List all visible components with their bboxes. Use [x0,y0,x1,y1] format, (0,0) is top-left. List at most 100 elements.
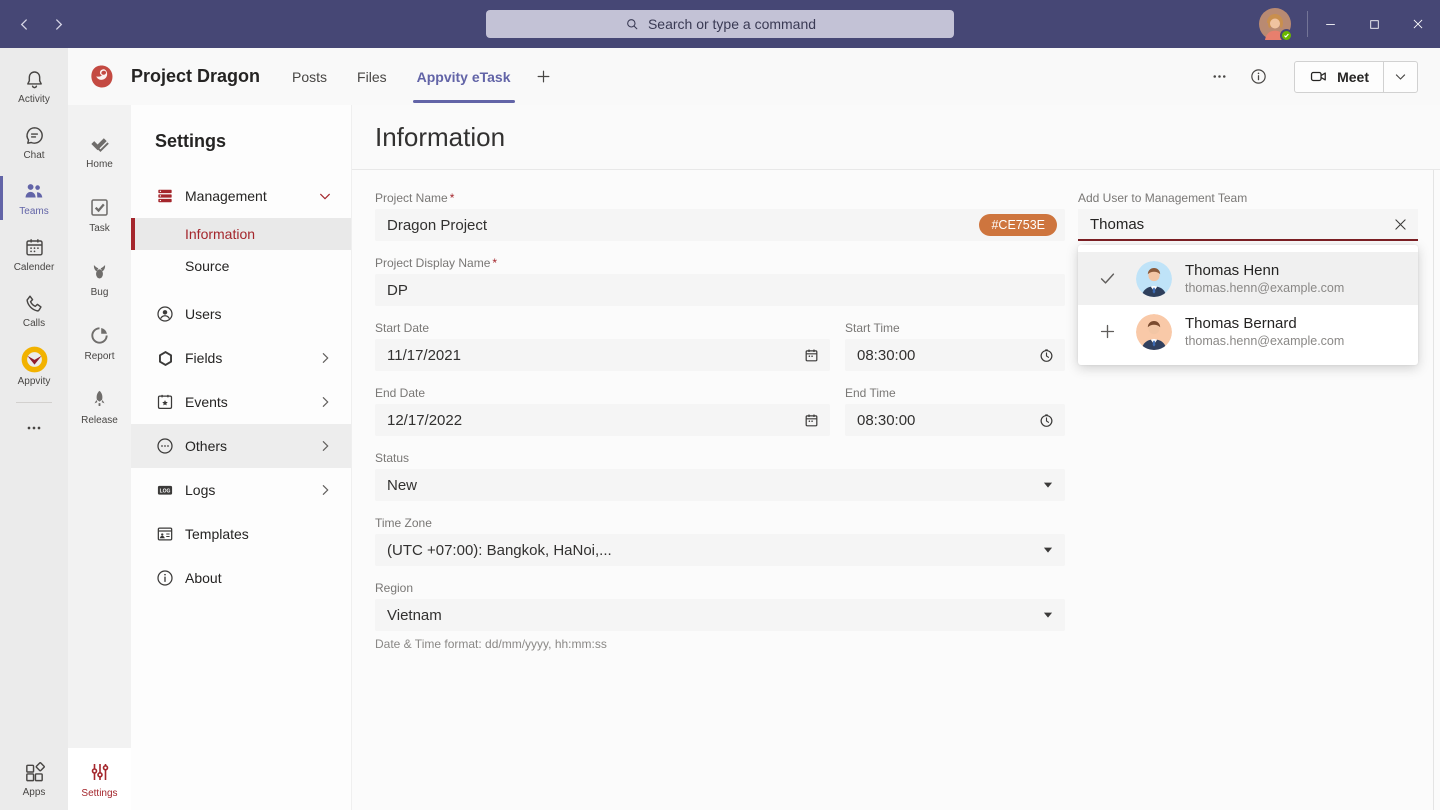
settings-nav: Settings Management Information Source U… [131,105,352,810]
camera-icon [1309,67,1328,86]
chevron-right-icon [317,438,333,454]
add-user-search-input[interactable] [1078,209,1418,239]
calendar-picker-icon[interactable] [803,412,820,429]
chevron-down-icon [317,188,333,204]
rail-item-activity[interactable]: Activity [0,58,68,114]
back-button[interactable] [12,12,36,36]
about-icon [155,568,175,588]
nav-item-users[interactable]: Users [131,292,351,336]
project-color-badge[interactable]: #CE753E [979,214,1057,236]
nav-item-others[interactable]: Others [131,424,351,468]
logs-icon [155,480,175,500]
settings-nav-title: Settings [131,105,351,174]
etask-sidebar: Home Task Bug Report Release [68,105,131,810]
sidebar-item-bug[interactable]: Bug [68,247,131,311]
clock-picker-icon[interactable] [1038,347,1055,364]
timezone-select[interactable]: (UTC +07:00): Bangkok, HaNoi,... [375,534,1065,566]
task-icon [88,196,111,219]
title-bar: Search or type a command [0,0,1440,48]
field-region: Region Vietnam Date & Time format: dd/mm… [375,581,1065,651]
rail-label: Appvity [18,376,51,387]
page-title: Information [375,122,505,153]
nav-item-information[interactable]: Information [131,218,351,250]
teams-icon [22,179,46,203]
calendar-picker-icon[interactable] [803,347,820,364]
forward-button[interactable] [46,12,70,36]
information-page: Information Project Name* Dragon Project… [352,105,1440,810]
ellipsis-icon [24,418,44,438]
field-end-time: End Time 08:30:00 [845,386,1065,436]
nav-item-fields[interactable]: Fields [131,336,351,380]
chevron-right-icon [317,482,333,498]
status-select[interactable]: New [375,469,1065,501]
nav-item-source[interactable]: Source [131,250,351,282]
rail-item-apps[interactable]: Apps [0,754,68,810]
minimize-button[interactable] [1308,0,1352,48]
rail-item-teams[interactable]: Teams [0,170,68,226]
chevron-right-icon [317,394,333,410]
end-time-input[interactable]: 08:30:00 [845,404,1065,436]
field-end-date: End Date 12/17/2022 [375,386,830,436]
tab-files[interactable]: Files [357,48,387,105]
search-placeholder: Search or type a command [648,16,816,32]
rail-label: Teams [19,206,48,217]
rail-item-calls[interactable]: Calls [0,282,68,338]
rail-label: Calls [23,318,45,329]
sidebar-item-report[interactable]: Report [68,311,131,375]
sidebar-item-settings[interactable]: Settings [68,748,131,810]
nav-item-templates[interactable]: Templates [131,512,351,556]
info-icon[interactable] [1249,67,1268,86]
rail-item-appvity[interactable]: Appvity [0,338,68,394]
display-name-input[interactable]: DP [375,274,1065,306]
search-icon [624,16,640,32]
meet-button[interactable]: Meet [1295,62,1383,92]
clear-search-icon[interactable] [1392,216,1409,233]
appvity-logo-icon [21,346,48,373]
user-avatar[interactable] [1259,8,1291,40]
nav-spacer [131,282,351,292]
nav-item-events[interactable]: Events [131,380,351,424]
tab-posts[interactable]: Posts [292,48,327,105]
project-name-input[interactable]: Dragon Project #CE753E [375,209,1065,241]
management-icon [155,186,175,206]
channel-tabs: Posts Files Appvity eTask [292,48,510,105]
dropdown-caret-icon [1041,478,1055,492]
rail-label: Activity [18,94,50,105]
add-tab-button[interactable] [535,68,552,85]
maximize-button[interactable] [1352,0,1396,48]
clock-picker-icon[interactable] [1038,412,1055,429]
field-timezone: Time Zone (UTC +07:00): Bangkok, HaNoi,.… [375,516,1065,566]
nav-item-logs[interactable]: Logs [131,468,351,512]
close-button[interactable] [1396,0,1440,48]
fields-icon [155,349,175,368]
user-suggestion-row[interactable]: Thomas Bernard thomas.henn@example.com [1078,305,1418,358]
templates-icon [155,524,175,544]
rail-item-chat[interactable]: Chat [0,114,68,170]
nav-item-management[interactable]: Management [131,174,351,218]
others-icon [155,436,175,456]
start-time-input[interactable]: 08:30:00 [845,339,1065,371]
region-select[interactable]: Vietnam [375,599,1065,631]
check-icon [1078,269,1136,288]
sidebar-item-release[interactable]: Release [68,375,131,439]
tab-appvity-etask[interactable]: Appvity eTask [417,48,511,105]
sidebar-item-task[interactable]: Task [68,183,131,247]
field-start-date: Start Date 11/17/2021 [375,321,830,371]
dropdown-caret-icon [1041,608,1055,622]
rail-more-button[interactable] [0,411,68,445]
datetime-format-note: Date & Time format: dd/mm/yyyy, hh:mm:ss [375,637,1065,651]
sidebar-item-home[interactable]: Home [68,119,131,183]
end-date-input[interactable]: 12/17/2022 [375,404,830,436]
rail-item-calendar[interactable]: Calender [0,226,68,282]
bell-icon [23,68,46,91]
start-date-input[interactable]: 11/17/2021 [375,339,830,371]
more-options-button[interactable] [1210,67,1229,86]
chevron-right-icon [317,350,333,366]
status-available-icon [1280,29,1293,42]
settings-sliders-icon [88,760,112,784]
nav-item-about[interactable]: About [131,556,351,600]
user-suggestion-row[interactable]: Thomas Henn thomas.henn@example.com [1078,252,1418,305]
scrollbar[interactable] [1433,170,1440,810]
command-search-input[interactable]: Search or type a command [486,10,954,38]
meet-options-button[interactable] [1383,62,1417,92]
